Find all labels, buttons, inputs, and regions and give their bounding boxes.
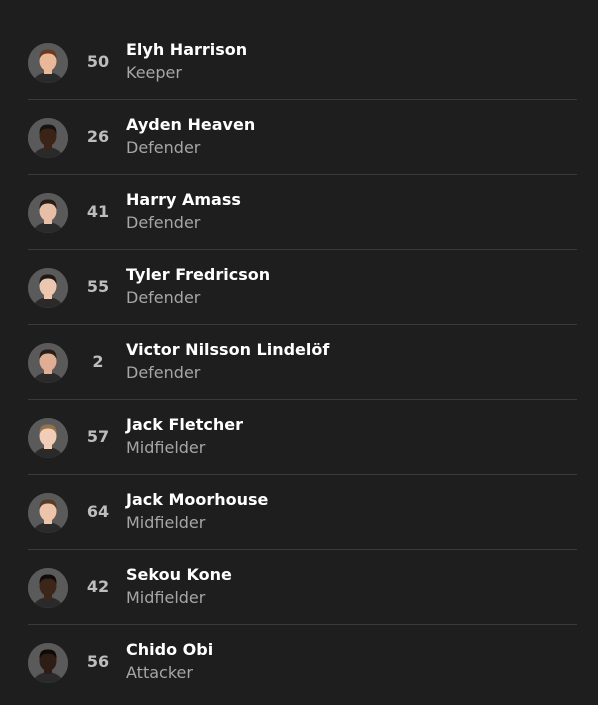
player-position: Defender [126,138,201,157]
player-photo-icon [28,343,68,383]
player-photo-icon [28,43,68,83]
player-position: Midfielder [126,588,206,607]
player-name: Ayden Heaven [126,115,256,134]
player-name: Chido Obi [126,640,214,659]
player-photo-icon [28,643,68,683]
player-position: Defender [126,288,201,307]
player-position: Keeper [126,63,182,82]
player-avatar [28,43,68,83]
player-name: Elyh Harrison [126,40,248,59]
player-number: 64 [86,502,110,521]
player-name: Harry Amass [126,190,241,209]
player-position: Midfielder [126,513,206,532]
player-avatar [28,493,68,533]
player-position: Defender [126,213,201,232]
player-number: 26 [86,127,110,146]
player-avatar [28,193,68,233]
player-row[interactable]: 56 Chido Obi Attacker [28,625,577,700]
player-position: Defender [126,363,201,382]
player-number: 41 [86,202,110,221]
player-position: Attacker [126,663,193,682]
player-row[interactable]: 64 Jack Moorhouse Midfielder [28,475,577,550]
player-name: Jack Moorhouse [126,490,269,509]
player-photo-icon [28,568,68,608]
squad-list: 50 Elyh Harrison Keeper 26 Ayden Heaven … [28,25,577,700]
player-number: 50 [86,52,110,71]
player-row[interactable]: 26 Ayden Heaven Defender [28,100,577,175]
player-number: 57 [86,427,110,446]
player-photo-icon [28,493,68,533]
player-photo-icon [28,193,68,233]
player-avatar [28,118,68,158]
player-name: Victor Nilsson Lindelöf [126,340,330,359]
player-photo-icon [28,268,68,308]
player-position: Midfielder [126,438,206,457]
player-photo-icon [28,118,68,158]
player-number: 42 [86,577,110,596]
player-name: Tyler Fredricson [126,265,271,284]
player-number: 56 [86,652,110,671]
player-avatar [28,418,68,458]
player-row[interactable]: 57 Jack Fletcher Midfielder [28,400,577,475]
player-row[interactable]: 55 Tyler Fredricson Defender [28,250,577,325]
player-row[interactable]: 41 Harry Amass Defender [28,175,577,250]
player-photo-icon [28,418,68,458]
player-avatar [28,568,68,608]
player-row[interactable]: 50 Elyh Harrison Keeper [28,25,577,100]
player-avatar [28,268,68,308]
player-number: 55 [86,277,110,296]
player-avatar [28,343,68,383]
player-avatar [28,643,68,683]
player-number: 2 [92,352,104,371]
player-row[interactable]: 2 Victor Nilsson Lindelöf Defender [28,325,577,400]
player-row[interactable]: 42 Sekou Kone Midfielder [28,550,577,625]
player-name: Jack Fletcher [126,415,243,434]
player-name: Sekou Kone [126,565,232,584]
